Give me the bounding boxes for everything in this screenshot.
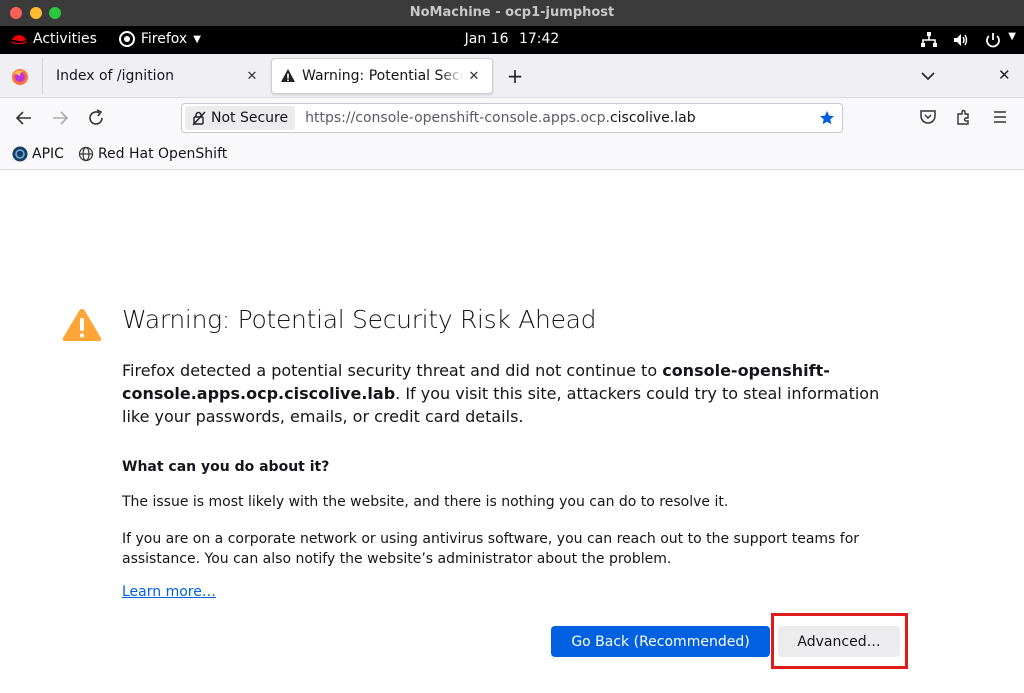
not-secure-label: Not Secure xyxy=(211,110,289,126)
clock[interactable]: Jan 16 17:42 xyxy=(0,31,1024,47)
tab-security-warning[interactable]: Warning: Potential Security Risk Ahead ✕ xyxy=(271,58,493,94)
tab-label: Warning: Potential Security Risk Ahead xyxy=(302,68,464,84)
pocket-icon[interactable] xyxy=(919,108,937,126)
list-all-tabs-chevron-icon[interactable] xyxy=(920,68,936,84)
close-browser-icon[interactable]: ✕ xyxy=(998,66,1011,84)
url-text[interactable]: https://console-openshift-console.apps.o… xyxy=(305,110,696,126)
gnome-top-bar: Activities Firefox ▼ Jan 16 17:42 ▼ xyxy=(0,26,1024,54)
reload-icon[interactable] xyxy=(86,108,106,128)
extensions-icon[interactable] xyxy=(955,108,973,126)
system-menu-caret-icon[interactable]: ▼ xyxy=(1008,31,1016,49)
new-tab-button[interactable]: + xyxy=(505,64,525,88)
corporate-network-paragraph: If you are on a corporate network or usi… xyxy=(122,531,860,567)
close-tab-icon[interactable]: ✕ xyxy=(464,69,484,84)
lock-warning-icon xyxy=(192,111,206,126)
bookmark-label: APIC xyxy=(32,145,64,162)
what-can-you-do-heading: What can you do about it? xyxy=(122,459,330,475)
url-prefix: https://console-openshift-console.apps.o… xyxy=(305,110,610,126)
tab-index-ignition[interactable]: Index of /ignition ✕ xyxy=(42,58,270,94)
bookmarks-toolbar: APIC Red Hat OpenShift xyxy=(0,138,1024,170)
window-title: NoMachine - ocp1-jumphost xyxy=(409,5,615,20)
window-titlebar: NoMachine - ocp1-jumphost xyxy=(0,0,1024,26)
menu-hamburger-icon[interactable] xyxy=(991,108,1009,126)
volume-icon[interactable] xyxy=(952,31,970,49)
bookmark-label: Red Hat OpenShift xyxy=(97,145,228,162)
firefox-view-icon[interactable] xyxy=(10,67,30,87)
go-back-button[interactable]: Go Back (Recommended) xyxy=(551,626,770,657)
forward-arrow-icon[interactable] xyxy=(50,108,70,128)
warning-tab-icon xyxy=(281,69,295,82)
apic-icon xyxy=(12,146,28,161)
navigation-toolbar: Not Secure https://console-openshift-con… xyxy=(0,98,1024,138)
url-bar[interactable]: Not Secure https://console-openshift-con… xyxy=(181,103,843,133)
not-secure-indicator[interactable]: Not Secure xyxy=(185,106,296,130)
error-intro: Firefox detected a potential security th… xyxy=(122,359,892,428)
learn-more-link[interactable]: Learn more… xyxy=(122,584,216,600)
warning-icon xyxy=(62,309,102,341)
tab-label: Index of /ignition xyxy=(56,68,175,84)
clock-time: 17:42 xyxy=(518,31,560,47)
bookmark-star-icon[interactable] xyxy=(819,110,835,126)
tab-strip: Index of /ignition ✕ Warning: Potential … xyxy=(0,54,1024,98)
url-domain: ciscolive.lab xyxy=(609,110,696,126)
issue-paragraph: The issue is most likely with the websit… xyxy=(122,494,729,510)
globe-icon xyxy=(78,146,94,161)
clock-date: Jan 16 xyxy=(464,31,509,47)
advanced-button[interactable]: Advanced… xyxy=(778,626,900,657)
network-icon[interactable] xyxy=(920,31,938,49)
intro-text-before: Firefox detected a potential security th… xyxy=(122,361,663,380)
power-icon[interactable] xyxy=(984,31,1002,49)
close-tab-icon[interactable]: ✕ xyxy=(242,69,262,84)
back-arrow-icon[interactable] xyxy=(14,108,34,128)
page-title: Warning: Potential Security Risk Ahead xyxy=(122,305,597,334)
error-page: Warning: Potential Security Risk Ahead F… xyxy=(0,171,1024,693)
bookmark-apic[interactable]: APIC xyxy=(12,146,64,162)
bookmark-red-hat-openshift[interactable]: Red Hat OpenShift xyxy=(78,146,227,162)
